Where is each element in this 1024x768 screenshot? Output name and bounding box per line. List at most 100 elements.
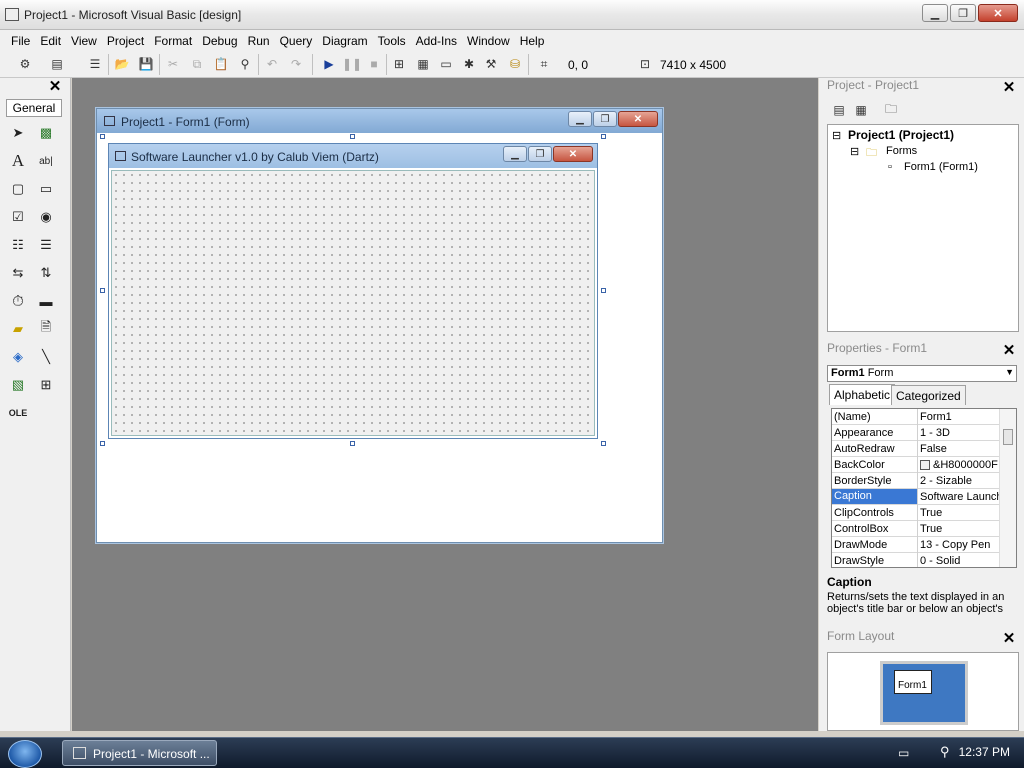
toolbox-icon[interactable]: ⚒	[482, 55, 500, 73]
property-row[interactable]: BackColor &H8000000F	[832, 457, 1000, 473]
resize-handle-sw[interactable]	[100, 441, 105, 446]
form-title-bar[interactable]: Software Launcher v1.0 by Calub Viem (Da…	[109, 144, 597, 168]
menu-view[interactable]: View	[66, 34, 102, 48]
break-icon[interactable]: ❚❚	[342, 55, 362, 73]
resize-handle-se[interactable]	[601, 441, 606, 446]
designer-minimize-button[interactable]: ▁	[568, 111, 592, 127]
chevron-down-icon[interactable]: ▼	[1005, 367, 1014, 377]
ole-tool-icon[interactable]: OLE	[7, 402, 29, 424]
menu-edit[interactable]: Edit	[35, 34, 66, 48]
property-row[interactable]: ClipControls True	[832, 505, 1000, 521]
redo-icon[interactable]: ↷	[287, 55, 305, 73]
toolbox-general-tab[interactable]: General	[6, 99, 62, 117]
add-form-icon[interactable]: ▤	[48, 55, 66, 73]
object-browser-icon[interactable]: ✱	[460, 55, 478, 73]
menu-project[interactable]: Project	[102, 34, 149, 48]
properties-scrollbar[interactable]	[999, 409, 1016, 567]
designer-close-button[interactable]: ✕	[618, 111, 658, 127]
menu-format[interactable]: Format	[149, 34, 197, 48]
data-tool-icon[interactable]: ⊞	[35, 374, 57, 396]
network-icon[interactable]: ⚲	[940, 744, 950, 760]
tab-categorized[interactable]: Categorized	[891, 385, 966, 405]
menu-file[interactable]: File	[6, 34, 35, 48]
menu-window[interactable]: Window	[462, 34, 515, 48]
picturebox-tool-icon[interactable]: ▩	[35, 122, 57, 144]
menu-debug[interactable]: Debug	[197, 34, 242, 48]
view-object-icon[interactable]: ▦	[852, 101, 870, 119]
end-icon[interactable]: ■	[365, 55, 383, 73]
property-row[interactable]: ControlBox True	[832, 521, 1000, 537]
undo-icon[interactable]: ↶	[263, 55, 281, 73]
property-row[interactable]: DrawStyle 0 - Solid	[832, 553, 1000, 567]
properties-close-icon[interactable]: ✕	[1002, 343, 1016, 358]
menu-diagram[interactable]: Diagram	[317, 34, 372, 48]
tab-alphabetic[interactable]: Alphabetic	[829, 384, 896, 405]
form-design-grid[interactable]	[111, 170, 595, 436]
object-selector[interactable]: Form1 Form ▼	[827, 365, 1017, 382]
shape-tool-icon[interactable]: ◈	[7, 346, 29, 368]
start-icon[interactable]: ▶	[320, 55, 338, 73]
title-bar[interactable]: Project1 - Microsoft Visual Basic [desig…	[0, 0, 1024, 30]
line-tool-icon[interactable]: ╲	[35, 346, 57, 368]
form-layout-icon[interactable]: ▭	[437, 55, 455, 73]
layout-form-thumbnail[interactable]: Form1	[894, 670, 932, 694]
keyboard-icon[interactable]: ▭	[898, 746, 909, 760]
properties-window-icon[interactable]: ▦	[414, 55, 432, 73]
resize-handle-ne[interactable]	[601, 134, 606, 139]
windows-start-icon[interactable]	[8, 740, 42, 768]
find-icon[interactable]: ⚲	[236, 55, 254, 73]
project-explorer-icon[interactable]: ⊞	[390, 55, 408, 73]
textbox-tool-icon[interactable]: ab|	[35, 150, 57, 172]
taskbar-task-button[interactable]: Project1 - Microsoft ...	[62, 740, 217, 766]
copy-icon[interactable]: ⧉	[188, 55, 206, 73]
property-row[interactable]: BorderStyle 2 - Sizable	[832, 473, 1000, 489]
minimize-button[interactable]: ▁	[922, 4, 948, 22]
property-row-selected[interactable]: CaptionSoftware Launcher v1.0 by Calub V…	[832, 489, 1000, 505]
menu-editor-icon[interactable]: ☰	[86, 55, 104, 73]
form1[interactable]: Software Launcher v1.0 by Calub Viem (Da…	[108, 143, 598, 439]
close-button[interactable]: ✕	[978, 4, 1018, 22]
tree-project-node[interactable]: Project1 (Project1)	[848, 128, 954, 142]
open-project-icon[interactable]: 📂	[113, 55, 131, 73]
timer-tool-icon[interactable]: ⏱	[7, 290, 29, 312]
checkbox-tool-icon[interactable]: ☑	[7, 206, 29, 228]
paste-icon[interactable]: 📋	[212, 55, 230, 73]
cut-icon[interactable]: ✂	[164, 55, 182, 73]
save-project-icon[interactable]: 💾	[137, 55, 155, 73]
resize-handle-nw[interactable]	[100, 134, 105, 139]
toolbox-close-icon[interactable]: ✕	[48, 79, 62, 94]
clock[interactable]: 12:37 PM	[959, 745, 1010, 759]
hscrollbar-tool-icon[interactable]: ⇆	[7, 262, 29, 284]
menu-add-ins[interactable]: Add-Ins	[411, 34, 462, 48]
pointer-tool-icon[interactable]: ➤	[7, 122, 29, 144]
vscrollbar-tool-icon[interactable]: ⇅	[35, 262, 57, 284]
dirlistbox-tool-icon[interactable]: ▰	[7, 318, 29, 340]
menu-run[interactable]: Run	[243, 34, 275, 48]
optionbutton-tool-icon[interactable]: ◉	[35, 206, 57, 228]
tree-form1-node[interactable]: Form1 (Form1)	[904, 161, 978, 173]
menu-tools[interactable]: Tools	[373, 34, 411, 48]
form-minimize-button[interactable]: ▁	[503, 146, 527, 162]
designer-restore-button[interactable]: ❐	[593, 111, 617, 127]
toggle-folders-icon[interactable]: 🗀	[882, 101, 900, 119]
maximize-button[interactable]: ❐	[950, 4, 976, 22]
project-explorer-close-icon[interactable]: ✕	[1002, 80, 1016, 95]
menu-help[interactable]: Help	[515, 34, 550, 48]
data-view-icon[interactable]: ⛁	[506, 55, 524, 73]
menu-query[interactable]: Query	[275, 34, 318, 48]
property-row[interactable]: Appearance 1 - 3D	[832, 425, 1000, 441]
resize-handle-w[interactable]	[100, 288, 105, 293]
listbox-tool-icon[interactable]: ☰	[35, 234, 57, 256]
filelistbox-tool-icon[interactable]: 🗎	[35, 318, 57, 340]
combobox-tool-icon[interactable]: ☷	[7, 234, 29, 256]
view-code-icon[interactable]: ▤	[830, 101, 848, 119]
image-tool-icon[interactable]: ▧	[7, 374, 29, 396]
commandbutton-tool-icon[interactable]: ▭	[35, 178, 57, 200]
label-tool-icon[interactable]: A	[7, 150, 29, 172]
property-row[interactable]: (Name) Form1	[832, 409, 1000, 425]
designer-title-bar[interactable]: Project1 - Form1 (Form) ▁ ❐ ✕	[97, 109, 662, 133]
drivelistbox-tool-icon[interactable]: ▬	[35, 290, 57, 312]
property-row[interactable]: DrawMode 13 - Copy Pen	[832, 537, 1000, 553]
property-row[interactable]: AutoRedraw False	[832, 441, 1000, 457]
tree-forms-folder[interactable]: Forms	[886, 145, 917, 157]
